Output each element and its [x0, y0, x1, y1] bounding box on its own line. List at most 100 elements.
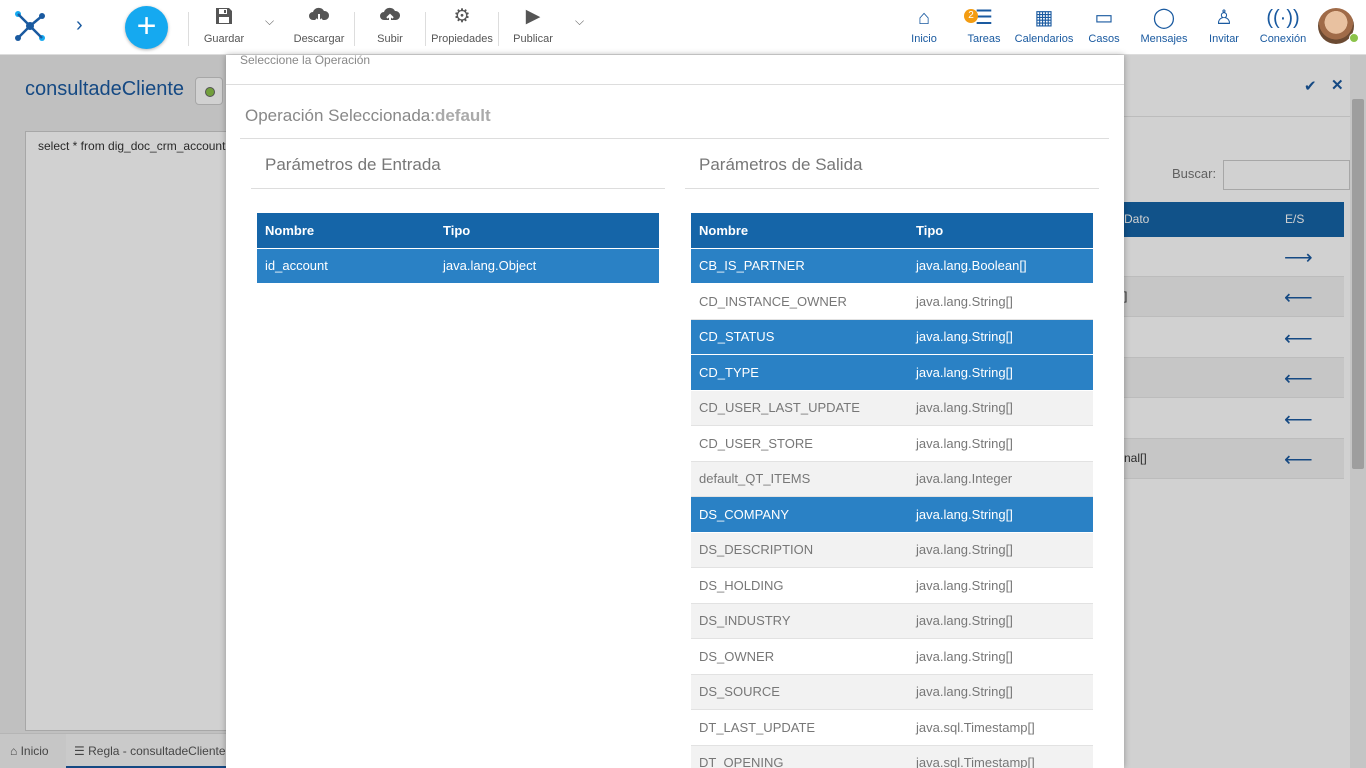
add-user-icon: ♙ — [1215, 7, 1233, 29]
nav-calendars-label: Calendarios — [1014, 33, 1074, 45]
param-type: java.lang.Integer — [908, 461, 1093, 497]
output-params-title: Parámetros de Salida — [699, 155, 863, 174]
divider — [251, 188, 665, 189]
chat-bubble-icon: ◯ — [1152, 7, 1176, 29]
table-row[interactable]: DS_SOURCE java.lang.String[] — [691, 674, 1093, 710]
top-bar: › + Guardar ⌵ Descargar Subir ⚙ Propieda… — [0, 0, 1366, 55]
floppy-disk-icon — [202, 6, 246, 28]
param-type: java.lang.String[] — [908, 496, 1093, 533]
operation-selected: Operación Seleccionada:default — [245, 106, 491, 126]
param-name: DS_COMPANY — [691, 496, 908, 533]
table-row[interactable]: CD_TYPE java.lang.String[] — [691, 354, 1093, 391]
play-icon: ▶ — [525, 6, 541, 27]
download-label: Descargar — [293, 33, 345, 45]
input-params-title: Parámetros de Entrada — [265, 155, 441, 174]
nav-invite[interactable]: ♙ Invitar — [1206, 6, 1242, 45]
nav-messages-label: Mensajes — [1140, 33, 1188, 45]
save-label: Guardar — [203, 33, 245, 45]
param-name: CD_INSTANCE_OWNER — [691, 283, 908, 320]
operation-modal: Seleccione la Operación Operación Selecc… — [226, 53, 1124, 768]
param-type: java.lang.String[] — [908, 390, 1093, 426]
param-type: java.lang.Boolean[] — [908, 248, 1093, 284]
param-name: CD_USER_LAST_UPDATE — [691, 390, 908, 426]
chevron-right-icon[interactable]: › — [76, 14, 83, 37]
nav-invite-label: Invitar — [1209, 33, 1239, 45]
divider — [685, 188, 1099, 189]
table-row[interactable]: DS_OWNER java.lang.String[] — [691, 638, 1093, 675]
table-row[interactable]: default_QT_ITEMS java.lang.Integer — [691, 461, 1093, 497]
param-type: java.lang.Object — [435, 248, 659, 284]
divider — [498, 12, 499, 46]
param-name: DT_OPENING — [691, 745, 908, 768]
table-row[interactable]: DT_LAST_UPDATE java.sql.Timestamp[] — [691, 709, 1093, 746]
nav-tasks-label: Tareas — [967, 33, 1001, 45]
column-header-name[interactable]: Nombre — [691, 213, 908, 249]
app-logo-icon[interactable] — [12, 8, 48, 44]
properties-label: Propiedades — [431, 33, 493, 45]
table-row[interactable]: CD_USER_STORE java.lang.String[] — [691, 425, 1093, 462]
param-type: java.lang.String[] — [908, 603, 1093, 639]
table-row[interactable]: DS_INDUSTRY java.lang.String[] — [691, 603, 1093, 639]
download-button[interactable]: Descargar — [292, 6, 346, 45]
table-row[interactable]: DS_HOLDING java.lang.String[] — [691, 567, 1093, 604]
divider — [425, 12, 426, 46]
divider — [240, 138, 1109, 139]
calendar-icon: ▦ — [1034, 7, 1054, 29]
param-name: id_account — [257, 248, 435, 284]
column-header-type[interactable]: Tipo — [435, 213, 659, 249]
nav-calendars[interactable]: ▦ Calendarios — [1014, 6, 1074, 45]
nav-messages[interactable]: ◯ Mensajes — [1138, 6, 1190, 45]
nav-cases-label: Casos — [1088, 33, 1120, 45]
param-name: CD_USER_STORE — [691, 425, 908, 462]
divider — [188, 12, 189, 46]
cloud-download-icon — [292, 6, 346, 28]
param-name: DS_HOLDING — [691, 567, 908, 604]
nav-connection-label: Conexión — [1259, 33, 1307, 45]
param-type: java.sql.Timestamp[] — [908, 745, 1093, 768]
add-button[interactable]: + — [125, 6, 168, 49]
param-name: DS_DESCRIPTION — [691, 532, 908, 568]
gear-icon: ⚙ — [453, 6, 471, 27]
table-row[interactable]: CD_INSTANCE_OWNER java.lang.String[] — [691, 283, 1093, 320]
upload-label: Subir — [377, 33, 403, 45]
param-type: java.lang.String[] — [908, 425, 1093, 462]
table-row[interactable]: CB_IS_PARTNER java.lang.Boolean[] — [691, 248, 1093, 284]
nav-home[interactable]: ⌂ Inicio — [906, 6, 942, 45]
table-row[interactable]: DT_OPENING java.sql.Timestamp[] — [691, 745, 1093, 768]
param-type: java.lang.String[] — [908, 532, 1093, 568]
output-params-table: Nombre Tipo CB_IS_PARTNER java.lang.Boole… — [691, 213, 1093, 768]
properties-button[interactable]: ⚙ Propiedades — [430, 6, 494, 45]
nav-cases[interactable]: ▭ Casos — [1087, 6, 1121, 45]
chevron-down-icon[interactable]: ⌵ — [265, 14, 274, 29]
table-row[interactable]: DS_DESCRIPTION java.lang.String[] — [691, 532, 1093, 568]
table-row[interactable]: CD_USER_LAST_UPDATE java.lang.String[] — [691, 390, 1093, 426]
table-row[interactable]: id_account java.lang.Object — [257, 248, 659, 284]
publish-label: Publicar — [513, 33, 553, 45]
modal-top-label: Seleccione la Operación — [240, 53, 371, 67]
param-type: java.lang.String[] — [908, 354, 1093, 391]
cloud-upload-icon — [372, 6, 408, 28]
param-name: CD_TYPE — [691, 354, 908, 391]
home-icon: ⌂ — [917, 7, 931, 29]
save-button[interactable]: Guardar — [202, 6, 246, 45]
broadcast-icon: ((·)) — [1266, 7, 1300, 29]
nav-connection[interactable]: ((·)) Conexión — [1258, 6, 1308, 45]
param-name: default_QT_ITEMS — [691, 461, 908, 497]
operation-value: default — [434, 106, 491, 125]
upload-button[interactable]: Subir — [372, 6, 408, 45]
param-type: java.lang.String[] — [908, 638, 1093, 675]
param-name: CD_STATUS — [691, 319, 908, 355]
param-type: java.lang.String[] — [908, 319, 1093, 355]
chevron-down-icon[interactable]: ⌵ — [575, 14, 584, 29]
briefcase-icon: ▭ — [1094, 7, 1114, 29]
publish-button[interactable]: ▶ Publicar — [511, 6, 555, 45]
table-row[interactable]: DS_COMPANY java.lang.String[] — [691, 496, 1093, 533]
table-row[interactable]: CD_STATUS java.lang.String[] — [691, 319, 1093, 355]
column-header-name[interactable]: Nombre — [257, 213, 435, 249]
param-name: DS_SOURCE — [691, 674, 908, 710]
tasks-badge: 2 — [964, 9, 978, 23]
param-type: java.lang.String[] — [908, 567, 1093, 604]
param-name: DT_LAST_UPDATE — [691, 709, 908, 746]
column-header-type[interactable]: Tipo — [908, 213, 1093, 249]
param-type: java.lang.String[] — [908, 283, 1093, 320]
